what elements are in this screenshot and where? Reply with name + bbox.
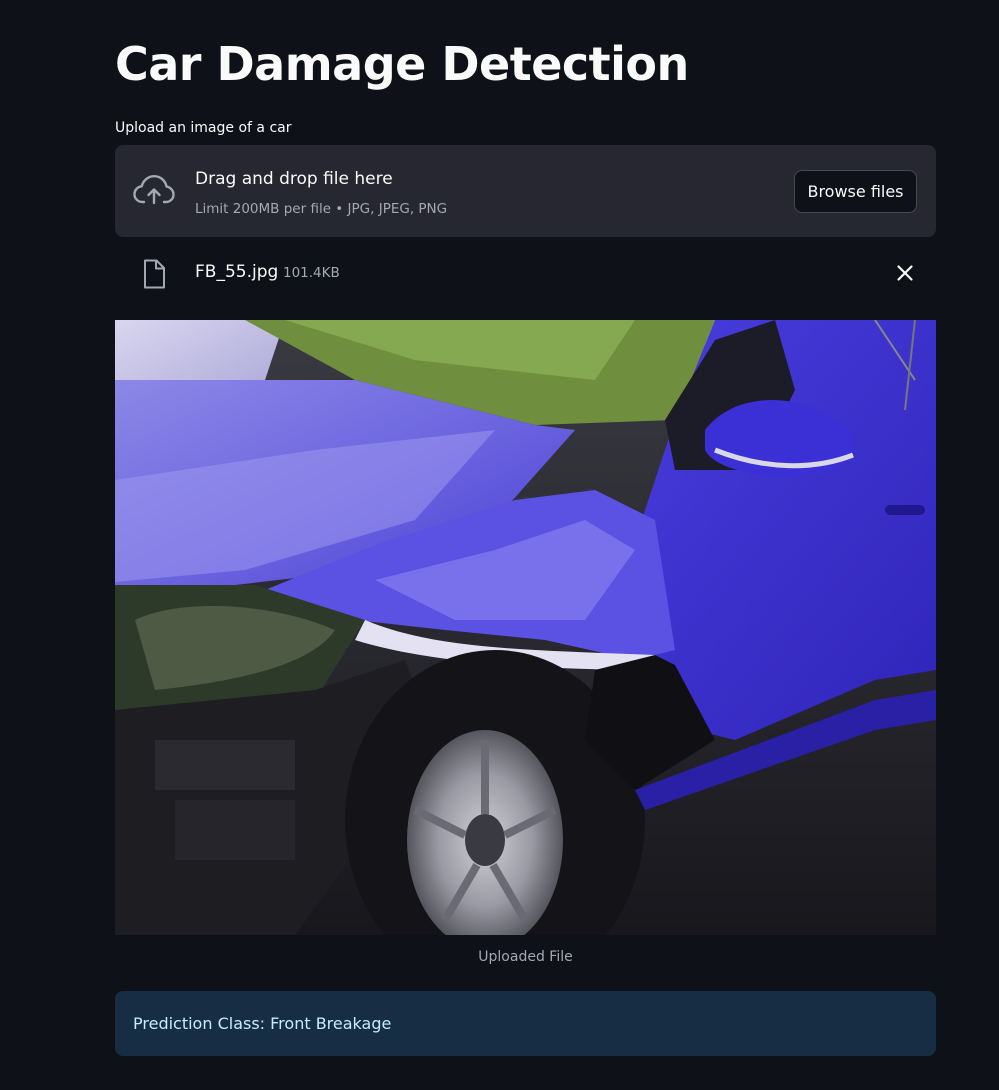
file-dropzone[interactable]: Drag and drop file here Limit 200MB per … xyxy=(115,145,936,237)
dropzone-instructions: Drag and drop file here xyxy=(195,169,393,189)
document-icon xyxy=(142,259,166,289)
browse-files-button[interactable]: Browse files xyxy=(794,170,917,213)
uploader-label: Upload an image of a car xyxy=(115,120,292,136)
page-title: Car Damage Detection xyxy=(115,37,689,91)
close-icon[interactable] xyxy=(893,261,917,285)
dropzone-limit-text: Limit 200MB per file • JPG, JPEG, PNG xyxy=(195,201,448,217)
file-name: FB_55.jpg xyxy=(195,262,279,282)
image-caption: Uploaded File xyxy=(478,949,573,965)
prediction-text: Prediction Class: Front Breakage xyxy=(133,1014,392,1033)
file-size: 101.4KB xyxy=(283,265,340,281)
prediction-alert: Prediction Class: Front Breakage xyxy=(115,991,936,1056)
uploaded-file-row: FB_55.jpg 101.4KB xyxy=(115,250,936,296)
cloud-upload-icon xyxy=(133,173,175,209)
uploaded-car-image xyxy=(115,320,936,935)
